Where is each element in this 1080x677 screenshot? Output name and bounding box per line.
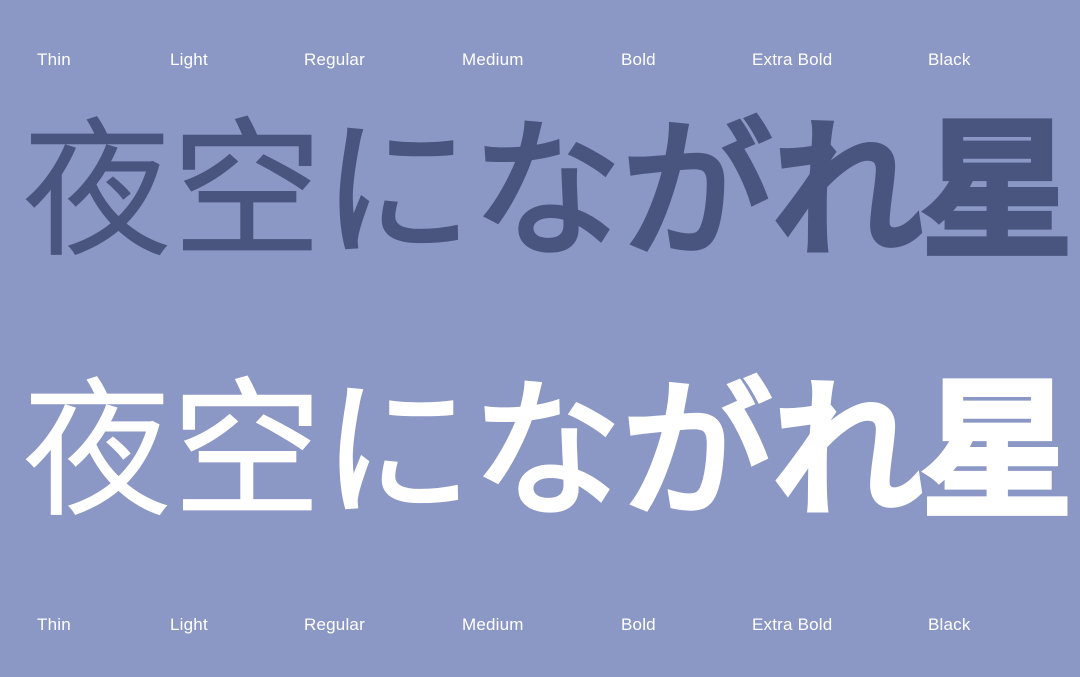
- specimen-glyph-dark-black: 星: [917, 105, 1077, 279]
- weight-label-light: Light: [170, 50, 208, 69]
- weight-label-black-bottom: Black: [928, 615, 971, 634]
- specimen-row-light: 夜 空 に な が れ 星: [22, 365, 1077, 539]
- weight-label-row-bottom: Thin Light Regular Medium Bold Extra Bol…: [0, 610, 1080, 640]
- specimen-glyph-light-medium: な: [470, 365, 624, 539]
- specimen-glyph-light-bold: が: [619, 365, 775, 539]
- specimen-glyph-dark-medium: な: [470, 105, 624, 279]
- specimen-glyph-dark-light: 空: [171, 105, 323, 279]
- weight-label-regular-bottom: Regular: [304, 615, 365, 634]
- weight-label-black: Black: [928, 50, 971, 69]
- specimen-glyph-light-black: 星: [917, 365, 1077, 539]
- weight-label-thin-bottom: Thin: [37, 615, 71, 634]
- specimen-glyph-light-extra-bold: れ: [768, 365, 926, 539]
- weight-label-extra-bold-bottom: Extra Bold: [752, 615, 833, 634]
- weight-label-bold: Bold: [621, 50, 656, 69]
- specimen-glyph-dark-extra-bold: れ: [768, 105, 926, 279]
- weight-label-bold-bottom: Bold: [621, 615, 656, 634]
- weight-label-medium: Medium: [462, 50, 524, 69]
- specimen-row-dark: 夜 空 に な が れ 星: [22, 105, 1077, 279]
- specimen-glyph-dark-thin: 夜: [22, 105, 173, 279]
- specimen-glyph-light-regular: に: [321, 365, 473, 539]
- weight-label-extra-bold: Extra Bold: [752, 50, 833, 69]
- specimen-glyph-light-thin: 夜: [22, 365, 173, 539]
- weight-label-thin: Thin: [37, 50, 71, 69]
- specimen-glyph-light-light: 空: [171, 365, 323, 539]
- font-specimen-canvas: Thin Light Regular Medium Bold Extra Bol…: [0, 0, 1080, 677]
- specimen-glyph-dark-regular: に: [321, 105, 473, 279]
- weight-label-medium-bottom: Medium: [462, 615, 524, 634]
- weight-label-row-top: Thin Light Regular Medium Bold Extra Bol…: [0, 45, 1080, 75]
- weight-label-light-bottom: Light: [170, 615, 208, 634]
- weight-label-regular: Regular: [304, 50, 365, 69]
- specimen-glyph-dark-bold: が: [619, 105, 775, 279]
